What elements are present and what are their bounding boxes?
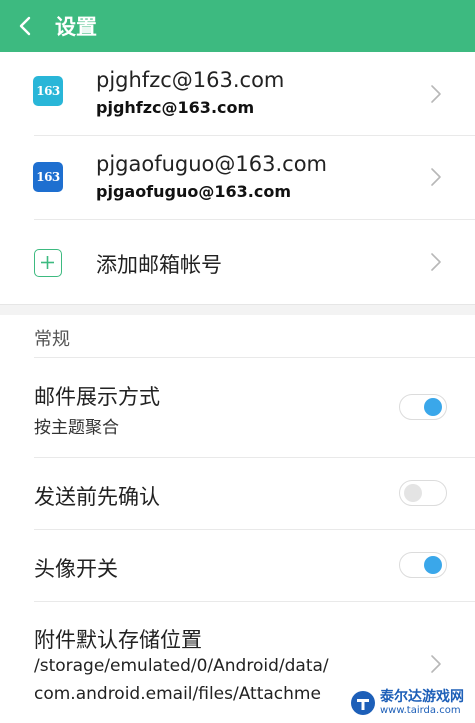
chevron-right-icon [431,85,441,103]
mail-display-value: 按主题聚合 [34,418,119,438]
toggle-knob [424,398,442,416]
chevron-right-icon [431,655,441,673]
account-display-name: pjgaofuguo@163.com [96,182,291,201]
attachment-location-title: 附件默认存储位置 [34,628,202,652]
add-account-row[interactable] [0,220,475,304]
watermark-name: 泰尔达游戏网 [380,688,464,705]
divider [34,601,475,602]
divider [34,457,475,458]
account-row[interactable]: 163 pjgaofuguo@163.com pjgaofuguo@163.co… [0,136,475,220]
mail-display-title: 邮件展示方式 [34,385,160,409]
account-address: pjgaofuguo@163.com [96,152,328,176]
page-title: 设置 [55,15,97,39]
section-label-general: 常规 [34,329,70,350]
account-display-name: pjghfzc@163.com [96,98,255,117]
account-address: pjghfzc@163.com [96,68,285,92]
plus-icon [34,249,62,277]
account-row[interactable]: 163 pjghfzc@163.com pjghfzc@163.com [0,52,475,136]
watermark-logo-icon [351,690,375,715]
chevron-right-icon [431,253,441,271]
divider [34,357,475,358]
chevron-right-icon [431,168,441,186]
app-header: 设置 [0,0,475,52]
avatar-switch-title: 头像开关 [34,557,118,581]
toggle-knob [424,556,442,574]
add-account-label: 添加邮箱帐号 [96,253,222,277]
back-arrow-icon [19,16,31,36]
watermark-url: www.tairda.com [380,704,461,716]
section-gap [0,304,475,315]
divider [34,529,475,530]
mail-163-icon: 163 [33,162,63,192]
avatar-toggle[interactable] [399,552,447,578]
back-button[interactable] [0,0,50,52]
mail-display-toggle[interactable] [399,394,447,420]
attachment-path-line1: /storage/emulated/0/Android/data/ [34,656,329,676]
toggle-knob [404,484,422,502]
mail-163-icon: 163 [33,76,63,106]
attachment-path-line2: com.android.email/files/Attachme [34,684,321,704]
confirm-send-title: 发送前先确认 [34,485,160,509]
settings-screen: 设置 163 pjghfzc@163.com pjghfzc@163.com 1… [0,0,475,723]
confirm-send-toggle[interactable] [399,480,447,506]
site-watermark: 泰尔达游戏网 www.tairda.com [350,682,475,723]
